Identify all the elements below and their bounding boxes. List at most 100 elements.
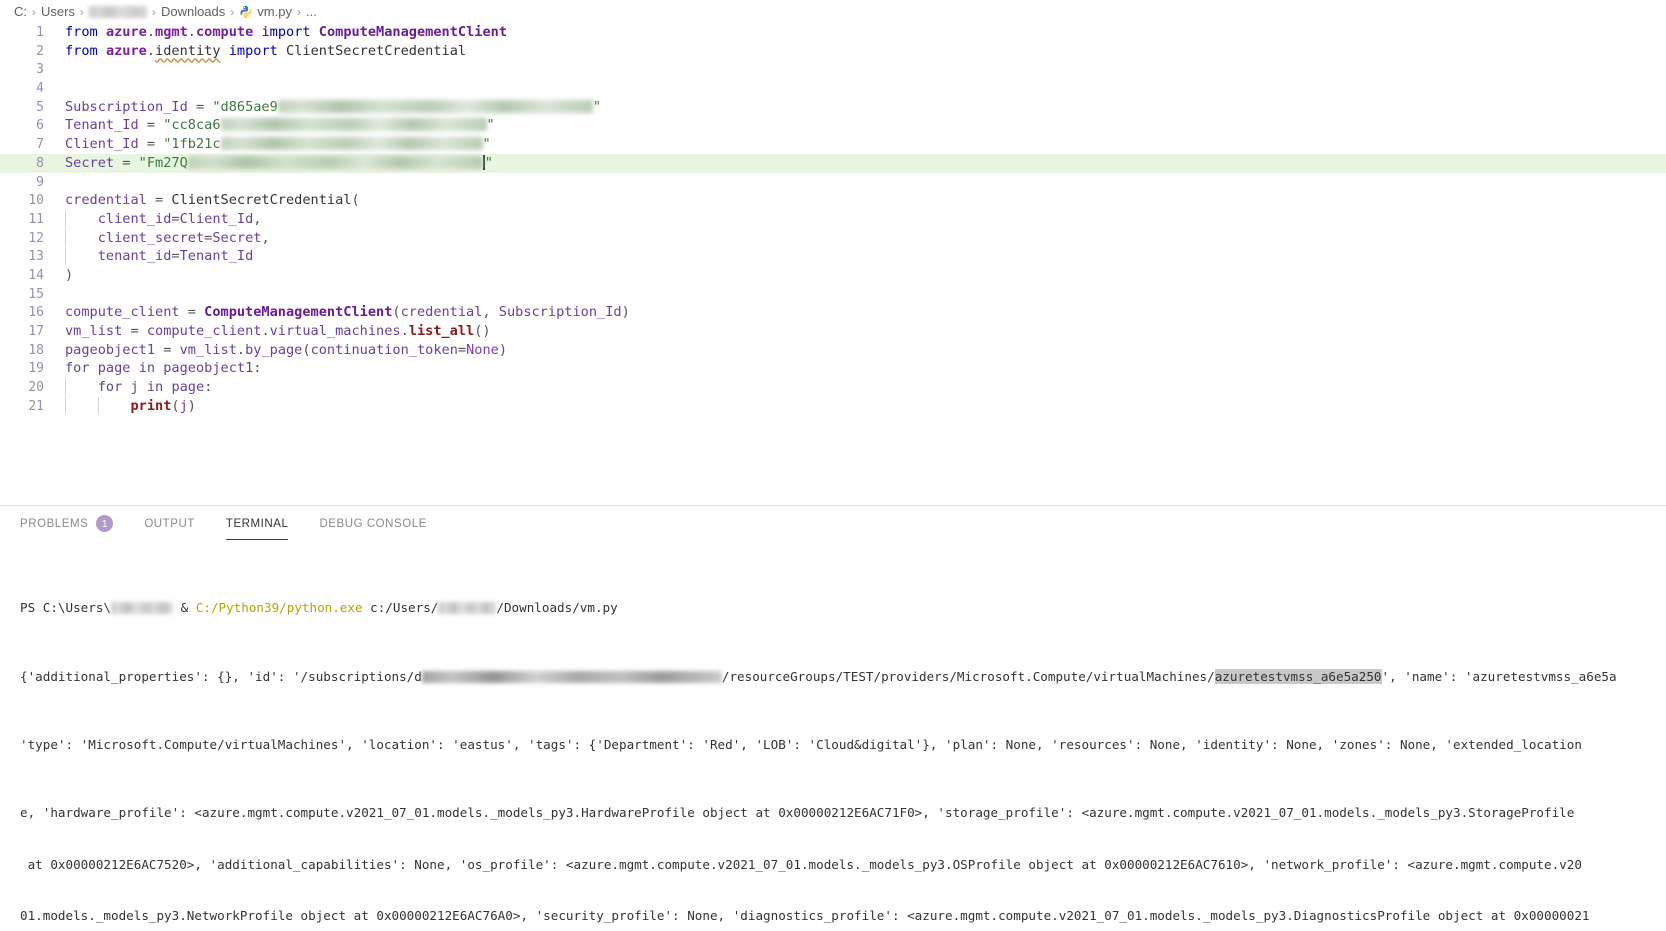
- line-number: 5: [36, 99, 44, 115]
- code-content: for j in page:: [65, 378, 212, 396]
- code-content: print(j): [65, 396, 196, 414]
- line-number: 10: [28, 193, 44, 209]
- terminal-amp: &: [173, 600, 196, 616]
- line-number: 12: [28, 230, 44, 246]
- code-content: Secret = "Fm27Q ": [65, 154, 493, 171]
- breadcrumb-item-file[interactable]: vm.py: [257, 4, 292, 19]
- breadcrumb-item-drive[interactable]: C:: [14, 4, 27, 19]
- code-line[interactable]: 12 client_secret=Secret,: [0, 228, 1666, 248]
- terminal-script-prefix: c:/Users/: [362, 600, 439, 616]
- code-line[interactable]: 4: [0, 79, 1666, 98]
- code-content: vm_list = compute_client.virtual_machine…: [65, 323, 491, 339]
- redacted-username: [111, 602, 173, 615]
- code-content: from azure.mgmt.compute import ComputeMa…: [65, 24, 508, 40]
- code-line[interactable]: 13 tenant_id=Tenant_Id: [0, 247, 1666, 266]
- redacted-subscription-id: [277, 99, 593, 113]
- code-line[interactable]: 10 credential = ClientSecretCredential(: [0, 191, 1666, 210]
- terminal-line: 01.models._models_py3.NetworkProfile obj…: [20, 907, 1590, 923]
- tab-debug-console-label: DEBUG CONSOLE: [319, 517, 427, 530]
- tab-terminal-label: TERMINAL: [225, 517, 289, 530]
- tab-output[interactable]: OUTPUT: [144, 506, 195, 541]
- line-number: 2: [36, 43, 44, 59]
- terminal-line: 'type': 'Microsoft.Compute/virtualMachin…: [20, 737, 1582, 753]
- line-number: 9: [36, 174, 44, 190]
- code-editor[interactable]: 1 from azure.mgmt.compute import ComputeM…: [0, 23, 1666, 505]
- terminal-line: at 0x00000212E6AC7520>, 'additional_capa…: [20, 856, 1582, 872]
- line-number: 11: [28, 211, 44, 227]
- breadcrumb-separator-icon: ›: [151, 4, 156, 19]
- line-number: 13: [28, 249, 44, 265]
- code-line[interactable]: 20 for j in page:: [0, 378, 1666, 397]
- redacted-username: [438, 602, 497, 615]
- code-line[interactable]: 5 Subscription_Id = "d865ae9 ": [0, 98, 1666, 117]
- redacted-tenant-id: [220, 118, 487, 132]
- breadcrumb-item-username-redacted[interactable]: [88, 5, 147, 18]
- line-number: 4: [36, 81, 44, 97]
- breadcrumb-item-users[interactable]: Users: [41, 4, 75, 19]
- code-line[interactable]: 9: [0, 173, 1666, 192]
- code-line[interactable]: 14): [0, 266, 1666, 285]
- breadcrumb-separator-icon: ›: [230, 4, 235, 19]
- line-number: 3: [36, 62, 44, 78]
- tab-output-label: OUTPUT: [144, 517, 195, 530]
- code-content: credential = ClientSecretCredential(: [65, 192, 360, 209]
- code-line[interactable]: 3: [0, 60, 1666, 79]
- line-number: 21: [28, 398, 44, 414]
- line-number: 16: [28, 305, 44, 321]
- line-number: 14: [28, 267, 44, 283]
- code-line[interactable]: 15: [0, 285, 1666, 304]
- redacted-subscription-id: [421, 670, 722, 683]
- terminal-line: {'additional_properties': {}, 'id': '/su…: [20, 668, 1617, 684]
- breadcrumb-item-more[interactable]: ...: [306, 4, 317, 19]
- breadcrumb[interactable]: C: › Users › › Downloads › vm.py › ...: [0, 0, 1666, 23]
- tab-debug-console[interactable]: DEBUG CONSOLE: [319, 506, 426, 541]
- terminal-line: e, 'hardware_profile': <azure.mgmt.compu…: [20, 805, 1575, 821]
- code-line[interactable]: 11 client_id=Client_Id,: [0, 209, 1666, 229]
- terminal-command-line: PS C:\Users\ & C:/Python39/python.exe c:…: [20, 599, 1666, 616]
- line-number: 20: [28, 380, 44, 396]
- tab-terminal[interactable]: TERMINAL: [225, 506, 289, 541]
- redacted-secret: [187, 155, 483, 169]
- terminal-prompt: PS C:\Users\: [20, 600, 111, 616]
- code-line[interactable]: 21 print(j): [0, 396, 1666, 416]
- code-content: pageobject1 = vm_list.by_page(continuati…: [65, 341, 508, 358]
- code-content: from azure.identity import ClientSecretC…: [65, 42, 467, 59]
- line-number: 8: [36, 155, 44, 171]
- code-line[interactable]: 19 for page in pageobject1:: [0, 359, 1666, 378]
- breadcrumb-item-downloads[interactable]: Downloads: [161, 4, 225, 19]
- code-content: Tenant_Id = "cc8ca6 ": [65, 117, 495, 134]
- code-line[interactable]: 1 from azure.mgmt.compute import ComputeM…: [0, 23, 1666, 42]
- python-file-icon: [239, 5, 253, 19]
- code-line[interactable]: 2 from azure.identity import ClientSecret…: [0, 42, 1666, 61]
- terminal-script-suffix: /Downloads/vm.py: [496, 600, 618, 616]
- line-number: 7: [36, 137, 44, 153]
- line-number: 15: [28, 286, 44, 302]
- code-line[interactable]: 18 pageobject1 = vm_list.by_page(continua…: [0, 341, 1666, 360]
- line-number: 19: [28, 361, 44, 377]
- code-line[interactable]: 6 Tenant_Id = "cc8ca6 ": [0, 116, 1666, 135]
- breadcrumb-separator-icon: ›: [32, 4, 36, 19]
- breadcrumb-separator-icon: ›: [296, 4, 301, 19]
- code-content: ): [65, 266, 74, 283]
- tab-problems-label: PROBLEMS: [20, 517, 89, 530]
- line-number: 18: [28, 342, 44, 358]
- terminal-python-path: C:/Python39/python.exe: [195, 600, 363, 616]
- code-line[interactable]: 7 Client_Id = "1fb21c ": [0, 135, 1666, 154]
- line-number: 1: [36, 25, 44, 40]
- code-line[interactable]: 17 vm_list = compute_client.virtual_machi…: [0, 322, 1666, 341]
- panel-tab-bar: PROBLEMS 1 OUTPUT TERMINAL DEBUG CONSOLE: [0, 506, 1666, 541]
- code-content: Subscription_Id = "d865ae9 ": [65, 98, 601, 115]
- code-content: tenant_id=Tenant_Id: [65, 247, 253, 265]
- line-number: 17: [28, 324, 44, 339]
- code-content: client_secret=Secret,: [65, 228, 270, 246]
- code-content: compute_client = ComputeManagementClient…: [65, 304, 630, 321]
- bottom-panel: PROBLEMS 1 OUTPUT TERMINAL DEBUG CONSOLE…: [0, 505, 1666, 931]
- code-line[interactable]: 16 compute_client = ComputeManagementClie…: [0, 303, 1666, 322]
- tab-problems[interactable]: PROBLEMS 1: [20, 506, 114, 541]
- code-line-current[interactable]: 8 Secret = "Fm27Q ": [0, 153, 1666, 173]
- line-number: 6: [36, 118, 44, 134]
- terminal-output[interactable]: PS C:\Users\ & C:/Python39/python.exe c:…: [0, 541, 1666, 931]
- redacted-client-id: [220, 137, 483, 151]
- code-content: for page in pageobject1:: [65, 360, 262, 377]
- selected-vm-name[interactable]: azuretestvmss_a6e5a250: [1214, 668, 1382, 684]
